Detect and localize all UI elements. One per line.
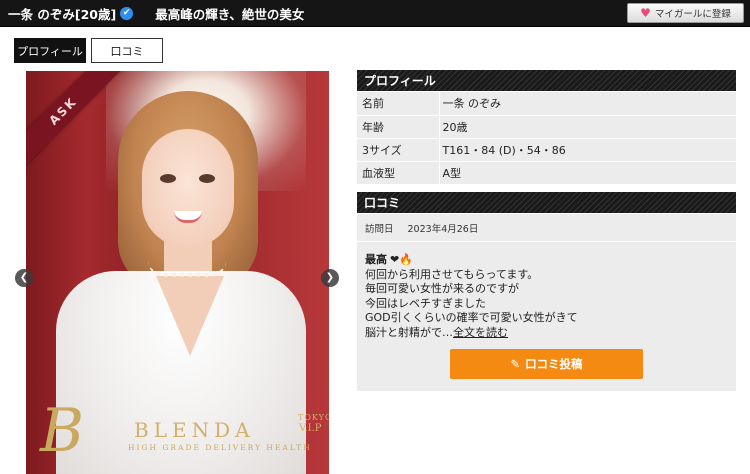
profile-key: 3サイズ (357, 138, 439, 162)
review-heading-text: 最高 (365, 253, 387, 266)
heart-icon: ♥ (640, 6, 651, 20)
profile-key: 年齢 (357, 115, 439, 139)
review-line: 何回から利用させてもらってます。 (365, 268, 539, 281)
visit-label: 訪問日 (365, 223, 394, 235)
photo-face (142, 129, 234, 247)
visit-date: 2023年4月26日 (407, 223, 479, 235)
catchphrase: 最高峰の輝き、絶世の美女 (155, 6, 305, 22)
add-favorite-button[interactable]: ♥ マイガールに登録 (627, 3, 744, 23)
tab-reviews[interactable]: 口コミ (91, 38, 163, 63)
brand-vip: V.I.P (299, 423, 322, 434)
brand-tokyo: TOKYO (298, 413, 329, 422)
review-excerpt-end: 脳汁と射精がで… (365, 325, 453, 339)
brand-tagline: HIGH GRADE DELIVERY HEALTH (128, 443, 312, 452)
profile-value: 一条 のぞみ (438, 92, 736, 116)
page-header: 一条 のぞみ[20歳] ✔ 最高峰の輝き、絶世の美女 ♥ マイガールに登録 (0, 0, 750, 27)
review-line: 毎回可愛い女性が来るのですが (365, 282, 519, 296)
profile-table: 名前 一条 のぞみ 年齢 20歳 3サイズ T161・84 (D)・54・86 … (357, 92, 736, 185)
profile-key: 名前 (357, 92, 439, 116)
post-review-button[interactable]: ✎ 口コミ投稿 (450, 349, 643, 379)
pencil-icon: ✎ (510, 357, 521, 371)
review-section-header: 口コミ (357, 192, 736, 213)
photo-necklace (148, 261, 226, 277)
read-more-link[interactable]: 全文を読む (453, 326, 508, 339)
heart-fire-icon: ❤🔥 (390, 252, 413, 266)
profile-section-header: プロフィール (357, 70, 736, 91)
brand-name: BLENDA (134, 418, 255, 442)
photo-eye-left (160, 174, 176, 183)
photo-neckline (156, 276, 224, 356)
add-favorite-label: マイガールに登録 (654, 9, 731, 20)
tab-profile[interactable]: プロフィール (14, 38, 86, 63)
review-last-line: 脳汁と射精がで…全文を読む (365, 326, 728, 340)
cast-name: 一条 のぞみ[20歳] (8, 6, 117, 22)
profile-value: 20歳 (438, 115, 736, 139)
review-body: 最高 ❤🔥 何回から利用させてもらってます。 毎回可愛い女性が来るのですが 今回… (357, 242, 736, 391)
review-line: 今回はレベチすぎました (365, 296, 486, 310)
profile-row-name: 名前 一条 のぞみ (357, 92, 736, 116)
chevron-right-icon: ❯ (325, 272, 335, 283)
chevron-left-icon: ❮ (19, 272, 29, 283)
profile-key: 血液型 (357, 161, 439, 185)
review-line: GOD引くくらいの確率で可愛い女性がきて (365, 311, 578, 325)
profile-row-blood-type: 血液型 A型 (357, 161, 736, 185)
brand-logo-mark: B (40, 396, 85, 466)
review-meta: 訪問日 2023年4月26日 (357, 214, 736, 241)
cast-photo: ASK B BLENDA TOKYO V.I.P HIGH GRADE DELI… (26, 71, 329, 474)
profile-row-age: 年齢 20歳 (357, 115, 736, 139)
profile-value: A型 (438, 161, 736, 185)
photo-eye-right (199, 174, 215, 183)
prev-photo-button[interactable]: ❮ (15, 269, 33, 287)
profile-row-sizes: 3サイズ T161・84 (D)・54・86 (357, 138, 736, 162)
profile-value: T161・84 (D)・54・86 (438, 138, 736, 162)
review-heading: 最高 ❤🔥 (365, 250, 728, 268)
post-review-label: 口コミ投稿 (525, 357, 583, 371)
next-photo-button[interactable]: ❯ (321, 269, 339, 287)
verified-icon: ✔ (120, 6, 134, 20)
